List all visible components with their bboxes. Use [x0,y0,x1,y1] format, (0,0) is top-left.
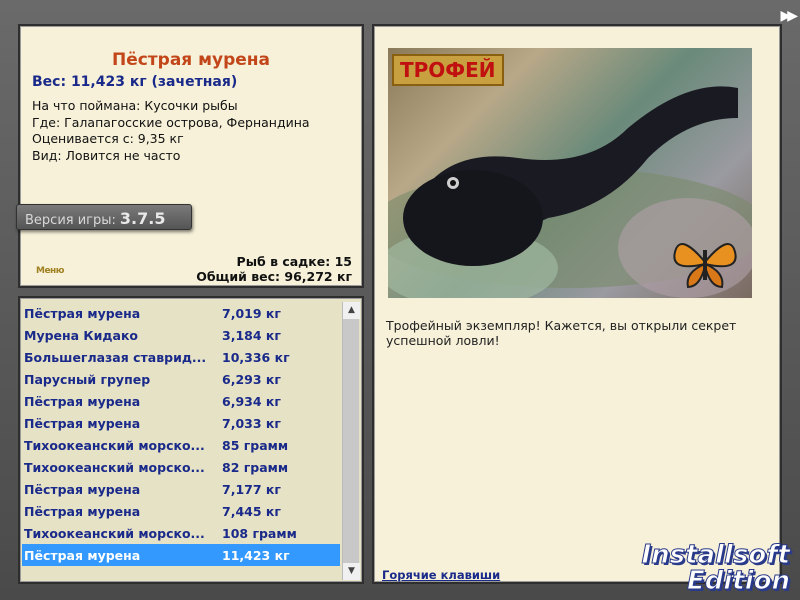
version-label: Версия игры: [25,213,116,228]
catch-name: Пёстрая мурена [24,393,141,409]
trophy-threshold-line: Оценивается с: 9,35 кг [32,131,184,146]
hotkeys-link[interactable]: Горячие клавиши [382,568,500,582]
total-weight: Общий вес: 96,272 кг [196,269,352,284]
catch-name: Тихоокеанский морско... [24,459,205,475]
moray-eel-photo: ТРОФЕЙ [388,48,752,298]
installsoft-watermark: Installsoft Edition [641,540,791,596]
catch-list-panel: Пёстрая мурена 7,019 кг Мурена Кидако 3,184… [18,296,364,584]
catch-name: Парусный групер [24,371,151,387]
catch-row[interactable]: Пёстрая мурена 11,423 кг [22,544,340,566]
catch-row[interactable]: Большеглазая ставрид... 10,336 кг [22,346,340,368]
butterfly-icon [673,243,737,289]
catch-row[interactable]: Мурена Кидако 3,184 кг [22,324,340,346]
game-window: ▶▶ Пёстрая мурена Вес: 11,423 кг (зачетн… [0,0,800,600]
catch-row[interactable]: Тихоокеанский морско... 82 грамм [22,456,340,478]
catch-row[interactable]: Пёстрая мурена 6,934 кг [22,390,340,412]
keepnet-stats: Рыб в садке: 15 Общий вес: 96,272 кг [196,254,352,284]
catch-weight: 108 грамм [222,525,297,541]
catch-weight: 85 грамм [222,437,289,453]
catch-name: Пёстрая мурена [24,503,141,519]
scroll-up-icon[interactable]: ▲ [343,302,360,319]
catch-row[interactable]: Пёстрая мурена 7,445 кг [22,500,340,522]
catch-weight: 7,177 кг [222,481,281,497]
species-rarity-line: Вид: Ловится не часто [32,147,181,163]
version-number: 3.7.5 [119,209,166,228]
trophy-badge: ТРОФЕЙ [392,54,504,86]
catch-name: Тихоокеанский морско... [24,525,205,541]
watermark-line1: Installsoft [641,540,791,570]
fish-info-panel: Пёстрая мурена Вес: 11,423 кг (зачетная)… [16,24,364,288]
catch-row[interactable]: Пёстрая мурена 7,019 кг [22,302,340,324]
menu-logo[interactable]: Меню [36,266,65,276]
catch-weight: 7,019 кг [222,305,281,321]
catch-weight: 6,293 кг [222,371,281,387]
catch-name: Пёстрая мурена [24,305,141,321]
watermark-line2: Edition [687,566,791,596]
fish-details: На что поймана: Кусочки рыбы Где: Галапа… [32,98,310,164]
catch-weight: 11,423 кг [222,547,290,563]
location-line: Где: Галапагосские острова, Фернандина [32,114,310,130]
trophy-description: Трофейный экземпляр! Кажется, вы открыли… [386,318,737,348]
catch-name: Пёстрая мурена [24,481,141,497]
catch-weight: 82 грамм [222,459,289,475]
next-arrow-icon[interactable]: ▶▶ [780,8,797,24]
catch-list-scrollbar[interactable]: ▲ ▼ [342,302,360,580]
catch-list[interactable]: Пёстрая мурена 7,019 кг Мурена Кидако 3,184… [22,302,340,566]
fish-name-title: Пёстрая мурена [111,50,271,70]
catch-weight: 10,336 кг [222,349,290,365]
catch-name: Мурена Кидако [24,327,139,343]
catch-row[interactable]: Тихоокеанский морско... 108 грамм [22,522,340,544]
catch-name: Большеглазая ставрид... [24,349,207,365]
catch-name: Пёстрая мурена [24,415,141,431]
catch-weight: 6,934 кг [222,393,281,409]
catch-row[interactable]: Пёстрая мурена 7,177 кг [22,478,340,500]
catch-weight: 3,184 кг [222,327,281,343]
detail-panel: ТРОФЕЙ Трофейный экземпляр! Кажется, вы … [372,24,782,584]
catch-row[interactable]: Парусный групер 6,293 кг [22,368,340,390]
fish-weight: Вес: 11,423 кг (зачетная) [32,74,238,90]
scroll-thumb[interactable] [343,319,359,563]
scroll-down-icon[interactable]: ▼ [343,563,360,580]
catch-row[interactable]: Тихоокеанский морско... 85 грамм [22,434,340,456]
bait-line: На что поймана: Кусочки рыбы [32,98,238,113]
version-plate: Версия игры: 3.7.5 [16,204,192,230]
catch-row[interactable]: Пёстрая мурена 7,033 кг [22,412,340,434]
catch-weight: 7,033 кг [222,415,281,431]
catch-name: Тихоокеанский морско... [24,437,205,453]
catch-name: Пёстрая мурена [24,547,141,563]
fish-count: Рыб в садке: 15 [236,254,352,269]
catch-weight: 7,445 кг [222,503,281,519]
